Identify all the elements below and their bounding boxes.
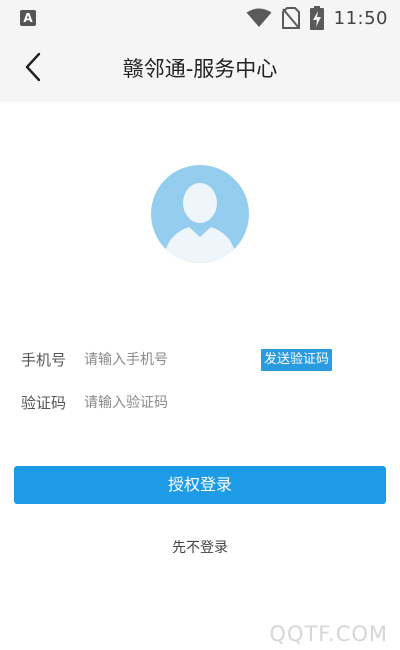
status-time: 11:50 (333, 7, 388, 29)
watermark: QQTF.COM (269, 622, 388, 646)
send-code-button[interactable]: 发送验证码 (261, 349, 333, 371)
default-user-avatar-icon (151, 165, 249, 263)
battery-charging-icon (309, 6, 324, 30)
code-input[interactable] (84, 390, 254, 416)
phone-label: 手机号 (21, 351, 67, 369)
skip-login-link[interactable]: 先不登录 (0, 536, 400, 560)
header: 赣邻通-服务中心 (0, 36, 400, 102)
code-row: 验证码 (0, 386, 400, 420)
status-bar: A 11:50 (0, 0, 400, 36)
back-button[interactable] (14, 50, 52, 88)
app-notification-icon: A (20, 10, 36, 26)
wifi-icon (246, 8, 272, 28)
no-sim-icon (281, 7, 300, 29)
page-title: 赣邻通-服务中心 (122, 57, 278, 81)
phone-input[interactable] (84, 347, 254, 373)
chevron-left-icon (23, 52, 43, 86)
authorize-login-button[interactable]: 授权登录 (14, 466, 386, 504)
avatar (151, 165, 249, 263)
phone-row: 手机号 发送验证码 (0, 343, 400, 377)
code-label: 验证码 (21, 394, 67, 412)
status-icons: 11:50 (246, 0, 388, 36)
